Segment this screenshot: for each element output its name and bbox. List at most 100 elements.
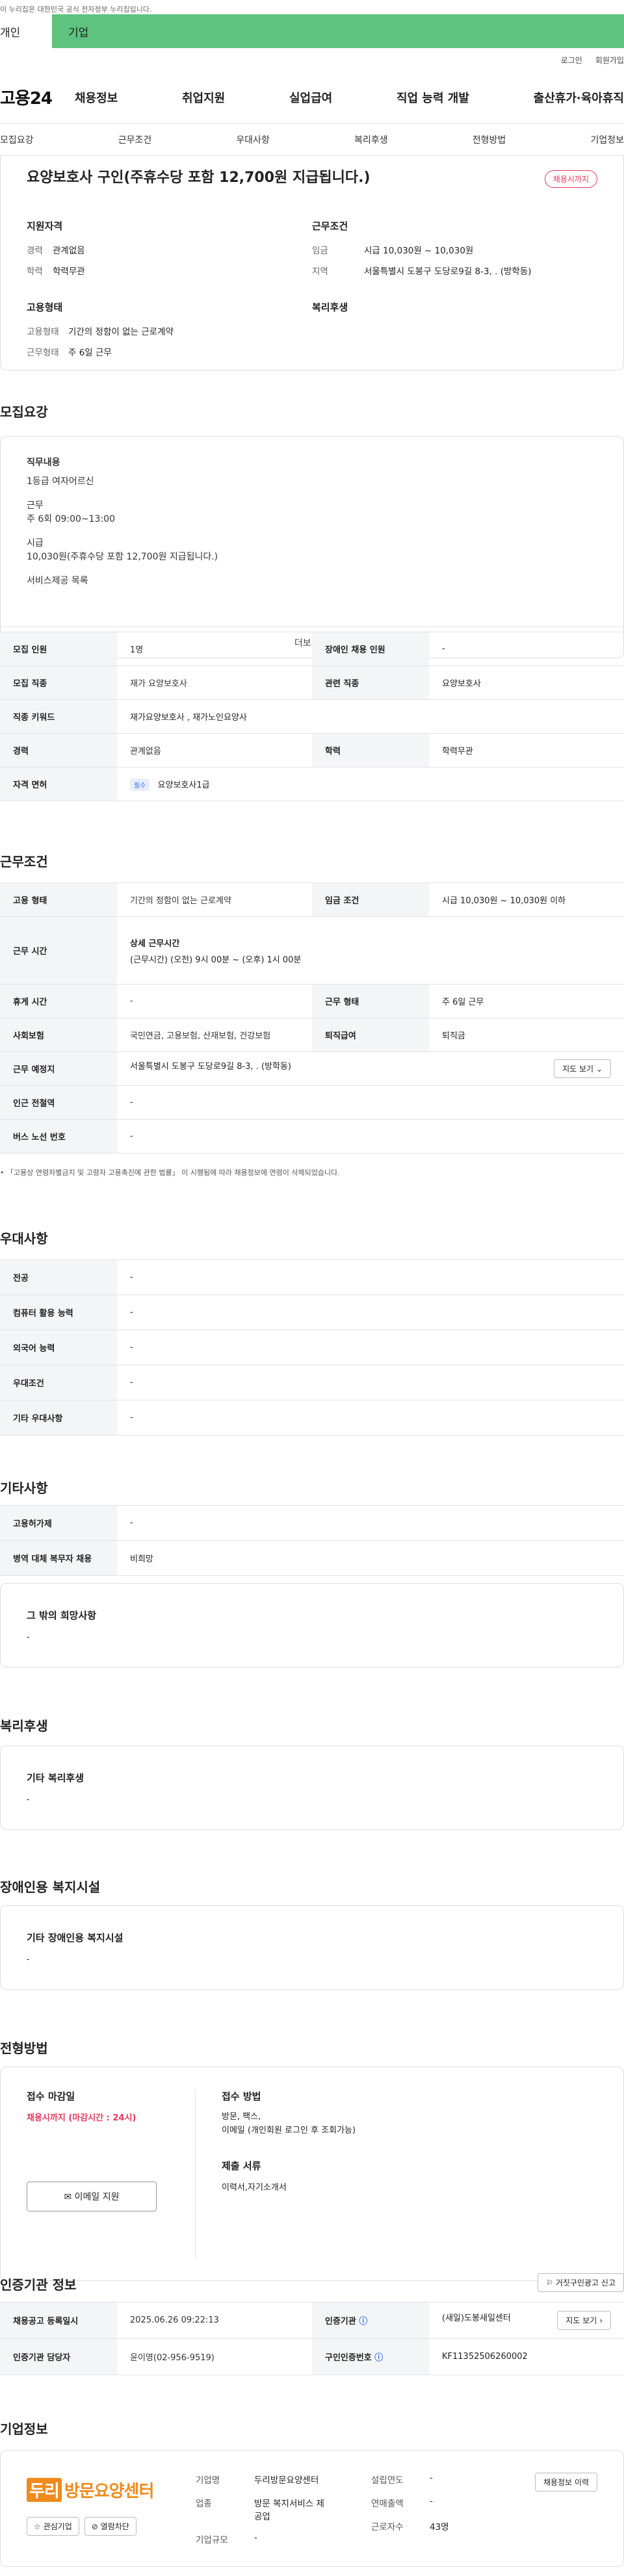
chevron-down-icon: ⌄ <box>595 1064 603 1074</box>
qual-edu-label: 학력 <box>27 266 43 277</box>
anchor-process[interactable]: 전형방법 <box>473 133 506 146</box>
other-wish-value: - <box>27 1632 30 1642</box>
job-summary-card: 요양보호사 구인(주휴수당 포함 12,700원 지급됩니다.) 채용시까지 지… <box>0 156 624 370</box>
row-value: - <box>117 1330 624 1365</box>
row-value: 기간의 정함이 없는 근로계약 <box>117 882 312 917</box>
license-name: 요양보호사1급 <box>157 780 210 790</box>
anchor-company[interactable]: 기업정보 <box>590 133 624 146</box>
user-type-tabs: 개인 기업 <box>0 14 624 48</box>
desc-line: 주 6회 09:00~13:00 <box>27 514 115 524</box>
company-field-label: 근로자수 <box>371 2522 404 2532</box>
block-view-button[interactable]: ⊘ 열람차단 <box>84 2517 136 2536</box>
email-apply-button[interactable]: ✉ 이메일 지원 <box>27 2182 157 2211</box>
company-field-value: - <box>430 2496 433 2506</box>
gov-notice-text: 이 누리집은 대한민국 공식 전자정부 누리집입니다. <box>0 5 152 14</box>
gnb-item-leave[interactable]: 출산휴가·육아휴직 <box>534 89 624 106</box>
row-value: 주 6일 근무 <box>429 984 624 1018</box>
row-value: - <box>117 1119 624 1153</box>
row-header: 자격 면허 <box>0 767 117 801</box>
desc-line: 10,030원(주휴수당 포함 12,700원 지급됩니다.) <box>27 552 218 562</box>
company-logo: 두리 방문요양센터 <box>27 2473 157 2506</box>
agency-value: (새일)도봉새일센터 <box>442 2313 511 2323</box>
row-value: 1명 <box>117 632 312 666</box>
agency-table: 채용공고 등록일시 2025.06.26 09:22:13 인증기관 ⓘ (새일… <box>0 2302 624 2375</box>
method-value-2: 이메일 (개인회원 로그인 후 조회가능) <box>222 2125 356 2135</box>
block-icon: ⊘ <box>91 2522 98 2531</box>
history-button-wrap: 채용정보 이력 <box>534 2473 597 2544</box>
emp-type-label: 고용형태 <box>27 326 59 337</box>
row-header: 인증기관 ⓘ <box>312 2302 429 2339</box>
row-value: 재가 요양보호사 <box>117 665 312 700</box>
row-value: (새일)도봉새일센터 지도 보기 › <box>429 2302 624 2339</box>
row-value: 학력무관 <box>429 733 624 767</box>
favorite-company-button[interactable]: ☆ 관심기업 <box>27 2517 79 2536</box>
qualification-heading: 지원자격 <box>27 220 63 232</box>
company-heading: 기업정보 <box>0 2421 48 2437</box>
row-value: 2025.06.26 09:22:13 <box>117 2302 312 2339</box>
anchor-work[interactable]: 근무조건 <box>118 133 152 146</box>
info-icon[interactable]: ⓘ <box>374 2353 383 2363</box>
tab-company[interactable]: 기업 <box>52 14 88 48</box>
site-logo[interactable]: 고용24 <box>0 85 75 109</box>
desc-line: 1등급 여자어르신 <box>27 476 94 487</box>
row-value: - <box>117 1294 624 1330</box>
agency-map-button[interactable]: 지도 보기 › <box>557 2311 611 2330</box>
row-value: 필수 요양보호사1급 <box>117 767 624 801</box>
recruit-table: 모집 인원 1명 장애인 채용 인원 - 모집 직종 재가 요양보호사 관련 직… <box>0 632 624 801</box>
gov-notice-bar: 이 누리집은 대한민국 공식 전자정부 누리집입니다. <box>0 0 624 14</box>
anchor-recruit[interactable]: 모집요강 <box>0 133 34 146</box>
false-ad-report-label: 거짓구인광고 신고 <box>555 2278 616 2287</box>
desc-line: 근무 <box>27 500 44 511</box>
row-header: 학력 <box>312 733 429 767</box>
company-field-value: - <box>430 2473 433 2483</box>
deadline-title: 접수 마감일 <box>27 2091 75 2102</box>
cond-region-label: 지역 <box>312 266 328 277</box>
welfare-section-heading: 복리후생 <box>0 1718 48 1734</box>
anchor-welfare[interactable]: 복리후생 <box>354 133 388 146</box>
map-view-label: 지도 보기 <box>562 1064 594 1074</box>
login-link[interactable]: 로그인 <box>561 55 582 66</box>
method-block: 접수 방법 방문, 팩스, 이메일 (개인회원 로그인 후 조회가능) 제출 서… <box>196 2089 356 2258</box>
gnb-item-unemployment[interactable]: 실업급여 <box>289 89 332 106</box>
info-icon[interactable]: ⓘ <box>359 2317 367 2326</box>
row-header: 전공 <box>0 1259 117 1295</box>
row-value: 국민연금, 고용보험, 산재보험, 건강보험 <box>117 1018 312 1052</box>
method-title: 접수 방법 <box>222 2091 261 2102</box>
work-type-label: 근무형태 <box>27 347 59 358</box>
row-value: KF11352506260002 <box>429 2338 624 2375</box>
map-view-button[interactable]: 지도 보기 ⌄ <box>554 1059 611 1078</box>
pref-heading: 우대사항 <box>0 1231 48 1246</box>
row-value: 퇴직금 <box>429 1018 624 1052</box>
email-apply-label: 이메일 지원 <box>74 2192 120 2202</box>
gnb-item-jobs[interactable]: 채용정보 <box>75 89 118 106</box>
company-logo-block: 두리 방문요양센터 ☆ 관심기업 ⊘ 열람차단 <box>27 2473 157 2544</box>
bullet-icon: • <box>0 1168 6 1177</box>
row-header: 고용 형태 <box>0 882 117 917</box>
process-heading: 전형방법 <box>0 2041 48 2056</box>
deadline-badge: 채용시까지 <box>544 170 597 188</box>
deadline-value: 채용시까지 (마감시간 : 24시) <box>27 2113 136 2123</box>
welfare-heading: 복리후생 <box>312 301 348 313</box>
method-value-1: 방문, 팩스, <box>222 2112 261 2122</box>
company-field-label: 기업규모 <box>196 2535 228 2545</box>
company-field-label: 연매출액 <box>371 2499 404 2509</box>
join-link[interactable]: 회원가입 <box>595 55 624 66</box>
row-value: 상세 근무시간 (근무시간) (오전) 9시 00분 ~ (오후) 1시 00분 <box>117 916 624 985</box>
favorite-label: 관심기업 <box>43 2522 72 2531</box>
other-wish-box: 그 밖의 희망사항 - <box>0 1583 624 1668</box>
history-button[interactable]: 채용정보 이력 <box>534 2473 597 2492</box>
qualification-block: 지원자격 경력 관계없음 학력 학력무관 고용형태 고용형태 기간의 정함이 없는 근… <box>27 219 312 366</box>
disabled-box: 기타 장애인용 복지시설 - <box>0 1905 624 1990</box>
tab-personal[interactable]: 개인 <box>0 14 52 48</box>
false-ad-report-button[interactable]: ⚐ 거짓구인광고 신고 <box>538 2273 624 2292</box>
row-header: 컴퓨터 활용 능력 <box>0 1294 117 1330</box>
gnb-item-support[interactable]: 취업지원 <box>182 89 225 106</box>
row-header: 사회보험 <box>0 1018 117 1052</box>
desc-line: 직무내용 <box>27 457 60 468</box>
condition-block: 근무조건 임금 시급 10,030원 ~ 10,030원 지역 서울특별시 도봉구 … <box>312 219 597 366</box>
anchor-pref[interactable]: 우대사항 <box>236 133 270 146</box>
job-desc: 직무내용 1등급 여자어르신 근무 주 6회 09:00~13:00 시급 10… <box>1 437 623 626</box>
gnb-item-training[interactable]: 직업 능력 개발 <box>396 89 469 106</box>
utility-links: 로그인 회원가입 <box>0 48 624 71</box>
qual-edu-value: 학력무관 <box>53 266 85 277</box>
